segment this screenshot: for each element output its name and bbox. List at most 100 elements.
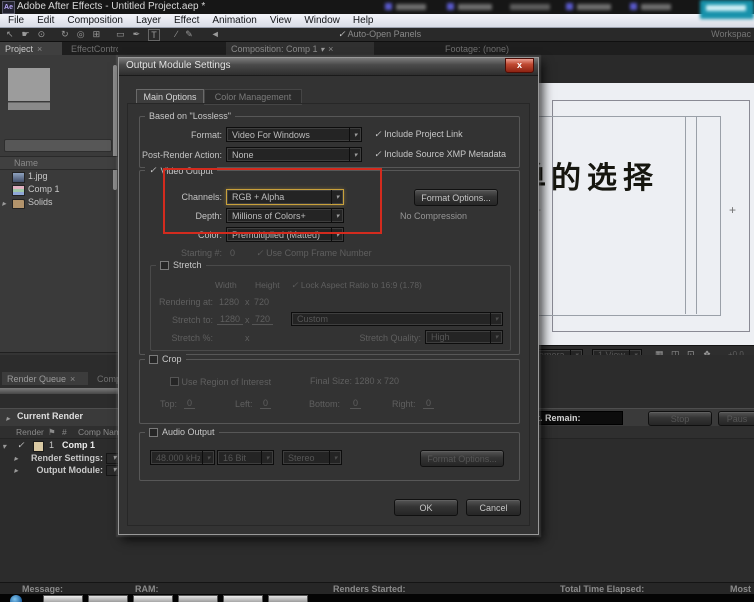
blurred-item — [458, 4, 492, 10]
stop-button[interactable]: Stop — [648, 411, 712, 426]
selection-tool-icon[interactable]: ↖ — [6, 28, 14, 41]
render-checkbox[interactable] — [17, 440, 25, 451]
cancel-button[interactable]: Cancel — [466, 499, 521, 516]
anchor-crosshair[interactable]: + — [729, 203, 736, 217]
menu-composition[interactable]: Composition — [67, 15, 123, 26]
format-options-button[interactable]: Format Options... — [414, 189, 498, 206]
hand-tool-icon[interactable]: ☛ — [22, 28, 30, 41]
type-tool-icon[interactable]: T — [148, 29, 160, 41]
list-item[interactable]: Comp 1 — [0, 184, 118, 196]
taskbar-button[interactable] — [223, 595, 263, 602]
label-color-swatch[interactable] — [33, 441, 44, 452]
search-input[interactable] — [4, 139, 112, 152]
crop-top-label: Top: — [160, 399, 177, 409]
workspace-label[interactable]: Workspac — [711, 29, 751, 39]
column-render[interactable]: Render — [16, 427, 44, 437]
check-icon — [374, 129, 382, 139]
tab-project[interactable]: Project — [0, 42, 62, 55]
stretch-quality-select[interactable]: High — [425, 330, 503, 344]
post-render-action-select[interactable]: None — [226, 147, 362, 162]
footage-thumbnail — [8, 68, 50, 101]
item-label: Solids — [28, 197, 53, 207]
include-xmp-checkbox[interactable]: Include Source XMP Metadata — [374, 149, 506, 160]
stretch-pct-x: x — [245, 333, 250, 343]
menu-view[interactable]: View — [270, 15, 292, 26]
pause-button[interactable]: Paus — [718, 411, 754, 426]
starting-number-value[interactable]: 0 — [230, 248, 235, 258]
use-comp-frame-checkbox[interactable]: Use Comp Frame Number — [256, 248, 372, 259]
stretch-width-field[interactable]: 1280 — [217, 314, 243, 325]
line-tool-icon[interactable]: ∕ — [176, 28, 178, 41]
use-roi-checkbox[interactable]: Use Region of Interest — [170, 376, 271, 387]
twirl-icon[interactable] — [2, 198, 6, 209]
taskbar-button[interactable] — [268, 595, 308, 602]
taskbar-button[interactable] — [133, 595, 173, 602]
auto-open-panels-toggle[interactable]: Auto-Open Panels — [338, 29, 421, 40]
stretch-height-field[interactable]: 720 — [252, 314, 273, 325]
close-button[interactable]: x — [505, 58, 534, 73]
crop-bottom-field[interactable]: 0 — [350, 398, 361, 409]
tab-effect-controls[interactable]: EffectControls — [66, 42, 118, 55]
format-select[interactable]: Video For Windows — [226, 127, 362, 142]
crop-checkbox[interactable]: Crop — [145, 354, 186, 364]
tab-footage[interactable]: Footage: (none) — [440, 42, 532, 55]
start-button[interactable] — [10, 595, 22, 602]
crop-left-label: Left: — [235, 399, 253, 409]
zoom-tool-icon[interactable]: ⊙ — [38, 28, 46, 41]
column-number[interactable]: # — [62, 427, 67, 437]
checkbox-icon — [170, 377, 179, 386]
render-settings-label: Render Settings: — [0, 453, 103, 463]
crop-left-field[interactable]: 0 — [260, 398, 271, 409]
menu-animation[interactable]: Animation — [212, 15, 256, 26]
lock-aspect-checkbox[interactable]: Lock Aspect Ratio to 16:9 (1.78) — [291, 280, 422, 291]
blurred-item — [396, 4, 426, 10]
project-list-header[interactable]: Name — [0, 156, 118, 170]
chevron-down-icon — [261, 451, 273, 464]
audio-output-checkbox[interactable]: Audio Output — [145, 427, 219, 437]
pan-behind-tool-icon[interactable]: ⊞ — [93, 28, 101, 41]
tab-render-queue[interactable]: Render Queue — [2, 372, 88, 385]
menu-file[interactable]: File — [8, 15, 24, 26]
twirl-icon[interactable] — [6, 413, 10, 424]
menu-window[interactable]: Window — [304, 15, 340, 26]
time-ruler[interactable] — [0, 388, 130, 394]
mask-tool-icon[interactable]: ▭ — [116, 28, 125, 41]
crop-bottom-label: Bottom: — [309, 399, 340, 409]
rotation-tool-icon[interactable]: ↻ — [61, 28, 69, 41]
pen-tool-icon[interactable]: ✒ — [133, 28, 141, 41]
audio-channels-select[interactable]: Stereo — [282, 450, 342, 465]
brush-tool-icon[interactable]: ✎ — [185, 28, 193, 41]
footage-icon — [12, 172, 25, 183]
audio-rate-select[interactable]: 48.000 kHz — [150, 450, 215, 465]
collapse-arrow-icon[interactable]: ◄ — [211, 28, 220, 41]
taskbar-button[interactable] — [88, 595, 128, 602]
rendering-at-label: Rendering at: — [151, 297, 213, 307]
window-titlebar[interactable]: Ae Adobe After Effects - Untitled Projec… — [0, 0, 754, 14]
stretch-checkbox[interactable]: Stretch — [156, 260, 206, 270]
stretch-x: x — [245, 315, 250, 325]
taskbar-button[interactable] — [43, 595, 83, 602]
camera-tool-icon[interactable]: ◎ — [77, 28, 85, 41]
audio-depth-select[interactable]: 16 Bit — [217, 450, 274, 465]
menu-layer[interactable]: Layer — [136, 15, 161, 26]
twirl-icon[interactable] — [2, 441, 6, 452]
include-project-link-checkbox[interactable]: Include Project Link — [374, 129, 463, 140]
crop-right-field[interactable]: 0 — [423, 398, 434, 409]
comp-guide-line — [696, 116, 697, 314]
dialog-titlebar[interactable]: Output Module Settings x — [119, 58, 538, 76]
menu-help[interactable]: Help — [353, 15, 374, 26]
stretch-preset-select[interactable]: Custom — [291, 312, 503, 326]
crop-top-field[interactable]: 0 — [184, 398, 195, 409]
remain-field: t. Remain: — [533, 411, 623, 425]
menu-edit[interactable]: Edit — [37, 15, 54, 26]
taskbar-button[interactable] — [178, 595, 218, 602]
label-color-icon[interactable]: ⚑ — [48, 427, 56, 438]
list-item[interactable]: Solids — [0, 197, 118, 209]
tab-main-options[interactable]: Main Options — [136, 89, 204, 104]
check-icon — [291, 280, 299, 290]
list-item[interactable]: 1.jpg — [0, 171, 118, 183]
audio-format-options-button[interactable]: Format Options... — [420, 450, 504, 467]
ok-button[interactable]: OK — [394, 499, 458, 516]
menu-effect[interactable]: Effect — [174, 15, 199, 26]
tab-composition[interactable]: Composition: Comp 1 — [226, 42, 374, 55]
